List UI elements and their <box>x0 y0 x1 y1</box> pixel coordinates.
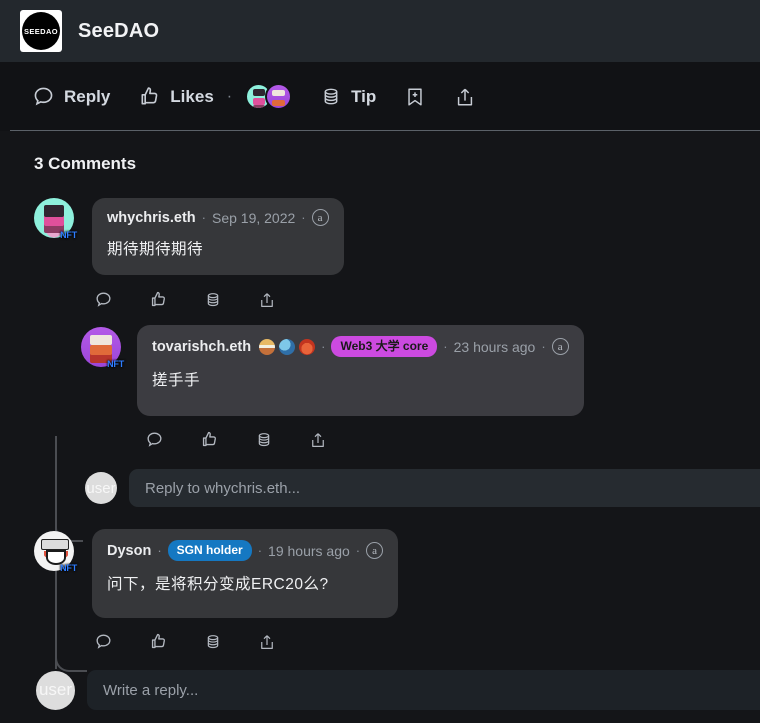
liker-avatar <box>265 83 293 110</box>
nft-badge: NFT <box>60 563 77 573</box>
comment-icon <box>32 85 55 108</box>
meta-separator: · <box>301 210 306 225</box>
write-reply-placeholder: Write a reply... <box>103 681 199 699</box>
burger-emoji <box>259 338 276 355</box>
bookmark-plus-icon <box>404 86 426 108</box>
comment-text: 期待期待期待 <box>107 241 204 258</box>
tip-coins-icon[interactable] <box>253 429 275 451</box>
likes-separator: · <box>226 87 233 105</box>
bottom-reply-box: user Write a reply... <box>0 670 760 710</box>
comment-bubble: Dyson · SGN holder · 19 hours ago · a 问下… <box>92 529 399 618</box>
comment-bubble: tovarishch.eth · Web3 大学 core · 23 hours… <box>137 325 584 416</box>
avatar[interactable]: NFT <box>81 327 124 369</box>
anon-badge-icon[interactable]: a <box>551 338 569 355</box>
avatar[interactable]: NFT <box>34 198 77 240</box>
earth-emoji <box>279 338 296 355</box>
reply-label: Reply <box>64 86 111 106</box>
logo-circle: SEEDAO <box>22 12 60 50</box>
comment-actions <box>92 618 760 653</box>
nft-badge: NFT <box>60 230 77 240</box>
reply-input-placeholder: Reply to whychris.eth... <box>145 479 301 497</box>
thumbs-up-icon[interactable] <box>198 428 221 451</box>
tip-button[interactable]: Tip <box>306 80 390 114</box>
meta-separator: · <box>157 543 162 558</box>
comment-thread: NFT whychris.eth · Sep 19, 2022 · a 期待期待… <box>0 190 760 710</box>
anon-badge-icon[interactable]: a <box>311 209 329 226</box>
comment-timestamp: 23 hours ago <box>453 338 536 355</box>
tip-coins-icon[interactable] <box>202 289 224 311</box>
nested-reply-box: user Reply to whychris.eth... <box>0 469 760 507</box>
nft-badge: NFT <box>107 359 124 369</box>
comment-timestamp: 19 hours ago <box>268 542 350 559</box>
comment-text: 搓手手 <box>152 372 201 389</box>
face-emoji <box>299 338 316 355</box>
comment-meta: tovarishch.eth · Web3 大学 core · 23 hours… <box>152 336 569 357</box>
comments-heading: 3 Comments <box>34 154 137 173</box>
likes-button[interactable]: Likes · <box>124 77 306 116</box>
comment-author[interactable]: tovarishch.eth <box>152 339 251 355</box>
comment-actions <box>92 275 760 311</box>
thumbs-up-icon <box>138 85 161 108</box>
comment-meta: whychris.eth · Sep 19, 2022 · a <box>107 209 329 226</box>
comment-actions <box>137 416 760 451</box>
avatar[interactable]: NFT <box>34 531 77 573</box>
likes-avatar-group[interactable] <box>245 83 293 110</box>
reply-button[interactable]: Reply <box>18 79 124 114</box>
comment-bubble: whychris.eth · Sep 19, 2022 · a 期待期待期待 <box>92 198 344 275</box>
likes-label: Likes <box>170 86 214 106</box>
app-header: SEEDAO SeeDAO <box>0 0 760 62</box>
share-icon[interactable] <box>256 289 278 311</box>
avatar-label: user <box>38 680 73 699</box>
avatar[interactable]: user <box>36 670 75 710</box>
tip-coins-icon <box>320 86 342 108</box>
avatar-label: user <box>86 479 116 497</box>
post-action-toolbar: Reply Likes · Tip <box>0 62 760 131</box>
share-icon[interactable] <box>307 429 329 451</box>
meta-separator: · <box>201 210 206 225</box>
bookmark-button[interactable] <box>390 80 440 114</box>
comments-section: 3 Comments NFT whychris.eth · Sep 19, 20… <box>0 131 760 710</box>
comment-meta: Dyson · SGN holder · 19 hours ago · a <box>107 540 384 561</box>
comment-author[interactable]: whychris.eth <box>107 210 196 226</box>
meta-separator: · <box>321 339 326 354</box>
share-upload-icon <box>454 86 476 108</box>
share-icon[interactable] <box>256 631 278 653</box>
logo-text: SEEDAO <box>23 26 59 36</box>
write-reply-input[interactable]: Write a reply... <box>87 670 760 710</box>
tip-coins-icon[interactable] <box>202 631 224 653</box>
tip-label: Tip <box>351 86 377 106</box>
meta-separator: · <box>541 339 546 354</box>
meta-separator: · <box>443 339 448 354</box>
thumbs-up-icon[interactable] <box>147 288 170 311</box>
author-role-tag[interactable]: Web3 大学 core <box>331 336 438 357</box>
meta-separator: · <box>355 543 361 558</box>
page-title: SeeDAO <box>78 19 160 42</box>
avatar[interactable]: user <box>85 472 117 504</box>
meta-separator: · <box>257 543 263 558</box>
comment-icon[interactable] <box>92 630 115 653</box>
comment-text: 问下，是将积分变成ERC20么? <box>107 576 329 593</box>
author-role-tag[interactable]: SGN holder <box>167 540 252 561</box>
reply-to-comment-input[interactable]: Reply to whychris.eth... <box>129 469 760 507</box>
comment-icon[interactable] <box>92 288 115 311</box>
comment-icon[interactable] <box>143 428 166 451</box>
comment-timestamp: Sep 19, 2022 <box>211 209 296 226</box>
share-button[interactable] <box>440 80 490 114</box>
seedao-logo[interactable]: SEEDAO <box>20 10 62 52</box>
author-emoji-badges <box>259 338 316 355</box>
post-comments-screen: SEEDAO SeeDAO Reply Likes · Tip 3 Commen… <box>0 0 760 723</box>
thumbs-up-icon[interactable] <box>147 630 170 653</box>
anon-badge-icon[interactable]: a <box>366 542 384 559</box>
comment-author[interactable]: Dyson <box>107 543 151 559</box>
